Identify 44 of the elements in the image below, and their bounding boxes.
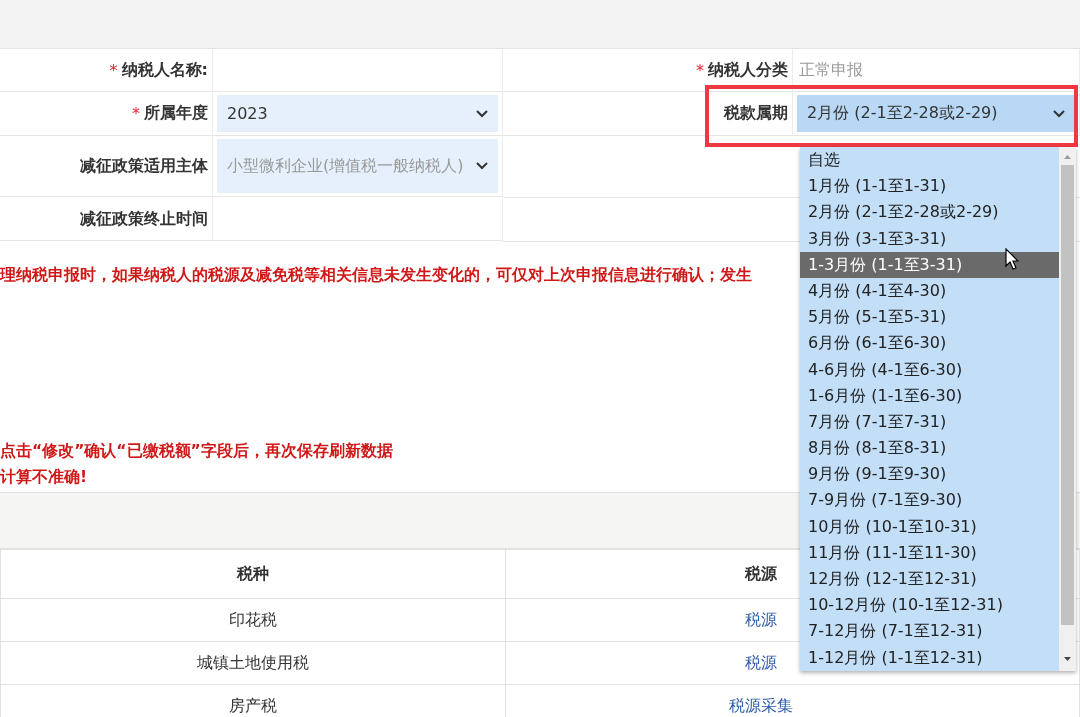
table-cell: 城镇土地使用税 xyxy=(0,641,506,685)
dropdown-option[interactable]: 9月份 (9-1至9-30) xyxy=(800,461,1059,488)
dropdown-option[interactable]: 12月份 (12-1至12-31) xyxy=(800,566,1059,593)
dropdown-option[interactable]: 4-6月份 (4-1至6-30) xyxy=(800,356,1059,383)
cursor-icon xyxy=(1005,248,1019,270)
notice-text: 计算不准确! xyxy=(0,467,88,488)
field-label: 税款属期 xyxy=(724,103,788,124)
required-mark: * xyxy=(132,104,140,123)
select-field[interactable]: 2023 xyxy=(217,95,498,132)
dropdown-option[interactable]: 6月份 (6-1至6-30) xyxy=(800,330,1059,357)
dropdown-option[interactable]: 10月份 (10-1至10-31) xyxy=(800,513,1059,540)
select-field[interactable]: 2月份 (2-1至2-28或2-29) xyxy=(797,95,1075,132)
notice-text: 理纳税申报时，如果纳税人的税源及减免税等相关信息未发生变化的，可仅对上次申报信息进行确认；发生 xyxy=(0,265,752,286)
table-cell: 印花税 xyxy=(0,598,506,642)
dropdown-option[interactable]: 1-6月份 (1-1至6-30) xyxy=(800,382,1059,409)
dropdown-option[interactable]: 7-12月份 (7-1至12-31) xyxy=(800,618,1059,645)
dropdown-option[interactable]: 1-3月份 (1-1至3-31) xyxy=(800,251,1059,278)
dropdown-option[interactable]: 1月份 (1-1至1-31) xyxy=(800,173,1059,200)
field-label: 减征政策终止时间 xyxy=(80,208,208,230)
field-value: 正常申报 xyxy=(798,58,864,81)
field-label: 减征政策适用主体 xyxy=(80,155,208,177)
dropdown-option[interactable]: 2月份 (2-1至2-28或2-29) xyxy=(800,199,1059,226)
required-mark: * xyxy=(109,60,118,80)
dropdown-option[interactable]: 4月份 (4-1至4-30) xyxy=(800,277,1059,305)
field-label: 所属年度 xyxy=(144,103,208,124)
dropdown-option[interactable]: 自选 xyxy=(800,147,1059,174)
chevron-down-icon xyxy=(1053,109,1065,118)
dropdown-option[interactable]: 7月份 (7-1至7-31) xyxy=(800,408,1059,436)
notice-text: 点击“修改”确认“已缴税额”字段后，再次保存刷新数据 xyxy=(0,441,393,462)
table-cell: 房产税 xyxy=(0,684,506,717)
dropdown-option[interactable]: 3月份 (3-1至3-31) xyxy=(800,225,1059,252)
field-label: 纳税人分类 xyxy=(708,59,788,81)
dropdown-option[interactable]: 5月份 (5-1至5-31) xyxy=(800,304,1059,331)
dropdown-option[interactable]: 7-9月份 (7-1至9-30) xyxy=(800,487,1059,514)
column-header: 税种 xyxy=(0,549,506,599)
required-mark: * xyxy=(696,60,704,80)
field-label: 纳税人名称: xyxy=(121,59,208,81)
source-link[interactable]: 税源采集 xyxy=(728,695,793,715)
chevron-down-icon xyxy=(476,162,488,170)
source-link[interactable]: 税源 xyxy=(744,609,777,629)
dropdown-option[interactable]: 1-12月份 (1-1至12-31) xyxy=(800,644,1059,671)
chevron-down-icon xyxy=(476,109,488,118)
dropdown-option[interactable]: 8月份 (8-1至8-31) xyxy=(800,435,1059,462)
source-link[interactable]: 税源 xyxy=(744,652,777,672)
